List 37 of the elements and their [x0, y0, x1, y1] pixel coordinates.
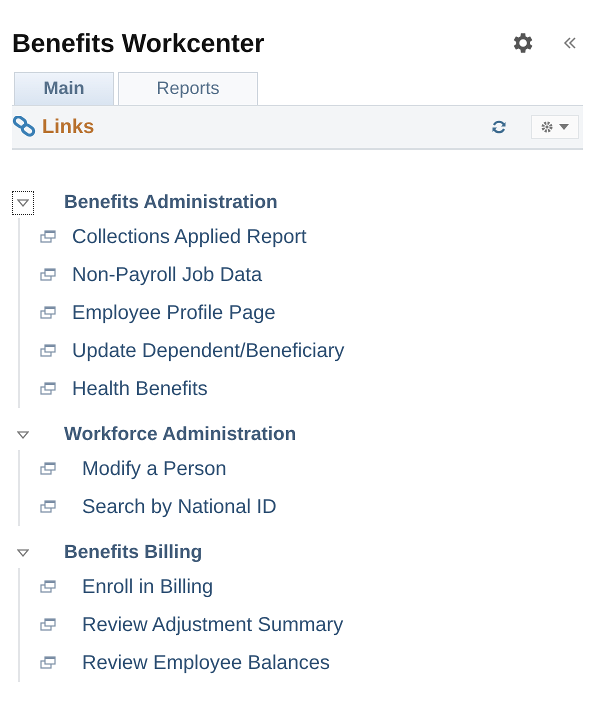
new-window-icon — [40, 618, 56, 632]
menu-link[interactable]: Employee Profile Page — [72, 302, 276, 324]
caret-icon — [558, 123, 570, 131]
group-title[interactable]: Benefits Administration — [64, 192, 278, 214]
group-title[interactable]: Workforce Administration — [64, 424, 296, 446]
menu-link[interactable]: Non-Payroll Job Data — [72, 264, 262, 286]
tab[interactable]: Reports — [118, 72, 258, 105]
new-window-icon — [40, 382, 56, 396]
new-window-icon — [40, 656, 56, 670]
new-window-icon — [40, 306, 56, 320]
menu-link[interactable]: Health Benefits — [72, 378, 208, 400]
new-window-icon — [40, 230, 56, 244]
chain-link-icon — [12, 116, 38, 138]
new-window-icon — [40, 268, 56, 282]
new-window-icon — [40, 500, 56, 514]
menu-link[interactable]: Review Employee Balances — [82, 652, 330, 674]
menu-link[interactable]: Search by National ID — [82, 496, 277, 518]
refresh-icon[interactable] — [491, 119, 507, 135]
options-button[interactable] — [531, 115, 579, 139]
menu-link[interactable]: Review Adjustment Summary — [82, 614, 344, 636]
gear-icon — [540, 120, 554, 134]
triangle-icon — [17, 430, 29, 440]
triangle-icon — [17, 548, 29, 558]
new-window-icon — [40, 462, 56, 476]
menu-link[interactable]: Collections Applied Report — [72, 226, 307, 248]
collapse-toggle[interactable] — [12, 191, 34, 215]
menu-link[interactable]: Enroll in Billing — [82, 576, 214, 598]
new-window-icon — [40, 580, 56, 594]
page-title: Benefits Workcenter — [12, 28, 266, 58]
new-window-icon — [40, 344, 56, 358]
collapse-icon[interactable] — [563, 36, 577, 50]
group-title[interactable]: Benefits Billing — [64, 542, 202, 564]
menu-link[interactable]: Update Dependent/Beneficiary — [72, 340, 344, 362]
menu-link[interactable]: Modify a Person — [82, 458, 227, 480]
tab[interactable]: Main — [14, 72, 114, 105]
triangle-icon — [17, 198, 29, 208]
pagelet-title: Links — [42, 116, 94, 138]
